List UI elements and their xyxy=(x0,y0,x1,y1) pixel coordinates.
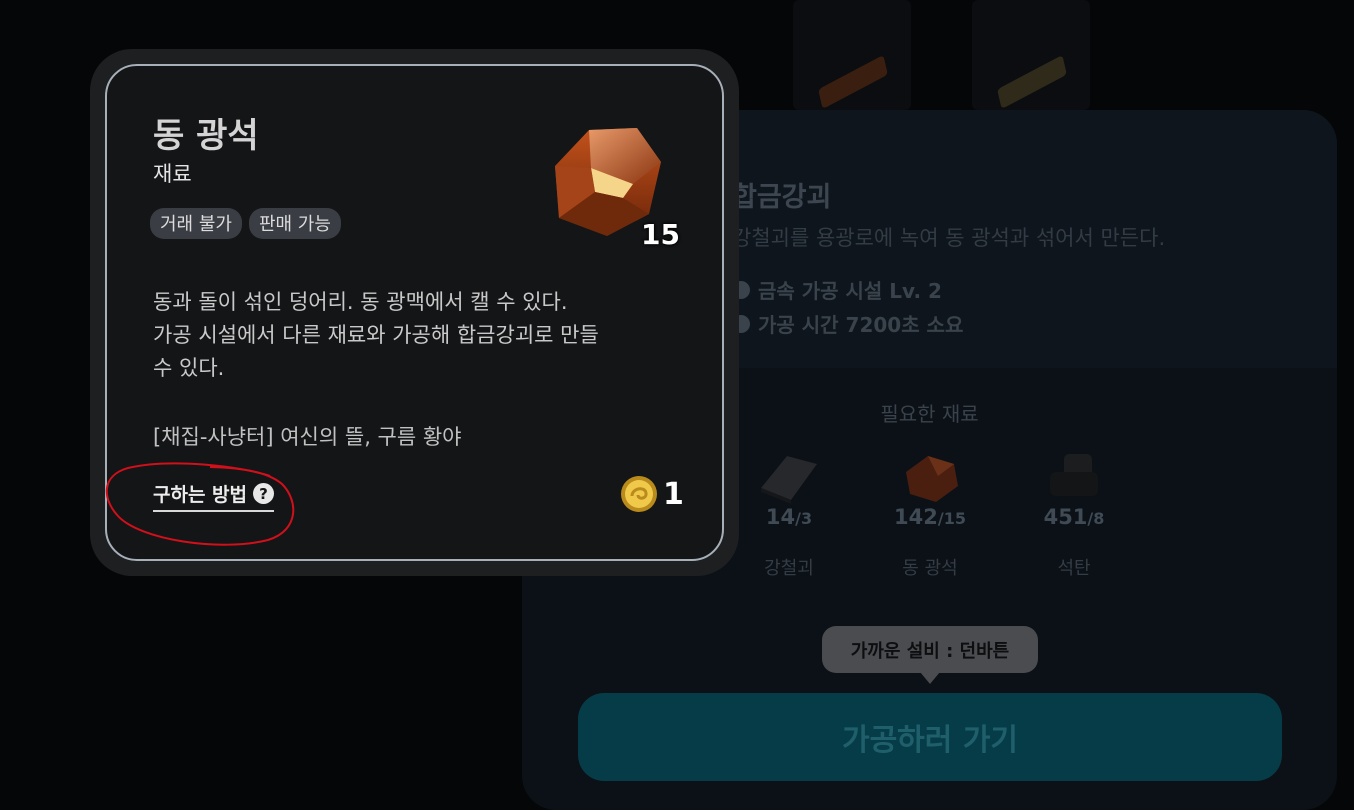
description-line: 가공 시설에서 다른 재료와 가공해 합금강괴로 만들 xyxy=(153,323,599,347)
price-value: 1 xyxy=(663,476,684,512)
copper-ore-icon xyxy=(898,450,962,504)
detail-description: 강철괴를 용광로에 녹여 동 광석과 섞어서 만든다. xyxy=(732,226,1166,250)
how-to-obtain-link[interactable]: 구하는 방법 ? xyxy=(153,480,275,512)
facility-label: 금속 가공 시설 Lv. 2 xyxy=(758,279,942,303)
ingot-icon xyxy=(997,54,1067,110)
tooltip-tail xyxy=(920,672,940,684)
time-requirement: 가공 시간 7200초 소요 xyxy=(732,309,963,338)
item-tags: 거래 불가 판매 가능 xyxy=(150,208,341,239)
bg-item-slot-2 xyxy=(972,0,1090,110)
material-item[interactable]: 451/8 석탄 xyxy=(1019,450,1129,579)
question-icon: ? xyxy=(253,483,275,504)
material-count: 142/15 xyxy=(894,505,966,529)
tag-sellable: 판매 가능 xyxy=(248,208,341,239)
nearest-facility-tooltip: 가까운 설비 : 던바튼 xyxy=(822,626,1038,673)
tag-untradable: 거래 불가 xyxy=(150,208,242,239)
coal-icon xyxy=(1042,450,1106,504)
material-count: 451/8 xyxy=(1043,505,1105,529)
gold-coin-icon xyxy=(621,476,657,512)
sell-price: 1 xyxy=(619,474,684,514)
material-name: 동 광석 xyxy=(902,558,958,579)
detail-title: 합금강괴 xyxy=(732,182,832,213)
go-to-crafting-button[interactable]: 가공하러 가기 xyxy=(578,693,1282,781)
steel-ingot-icon xyxy=(757,450,821,504)
item-info-popup: 동 광석 재료 거래 불가 판매 가능 15 동과 돌이 섞인 덩어리. 동 광… xyxy=(105,64,724,561)
how-to-obtain-label: 구하는 방법 xyxy=(153,484,248,506)
item-name: 동 광석 xyxy=(153,116,259,156)
item-quantity: 15 xyxy=(641,218,680,251)
facility-requirement: 금속 가공 시설 Lv. 2 xyxy=(732,275,942,304)
material-count: 14/3 xyxy=(765,505,813,529)
ingot-icon xyxy=(818,54,888,110)
item-source: [채집-사냥터] 여신의 뜰, 구름 황야 xyxy=(153,425,462,449)
time-label: 가공 시간 7200초 소요 xyxy=(758,313,964,337)
description-line: 동과 돌이 섞인 덩어리. 동 광맥에서 캘 수 있다. xyxy=(153,290,568,314)
bg-item-slot-1 xyxy=(793,0,911,110)
material-item[interactable]: 14/3 강철괴 xyxy=(734,450,844,579)
material-name: 강철괴 xyxy=(764,558,814,579)
material-item[interactable]: 142/15 동 광석 xyxy=(875,450,985,579)
item-description: 동과 돌이 섞인 덩어리. 동 광맥에서 캘 수 있다. 가공 시설에서 다른 … xyxy=(153,286,673,385)
material-name: 석탄 xyxy=(1057,558,1091,579)
item-type: 재료 xyxy=(153,162,192,186)
description-line: 수 있다. xyxy=(153,356,225,380)
